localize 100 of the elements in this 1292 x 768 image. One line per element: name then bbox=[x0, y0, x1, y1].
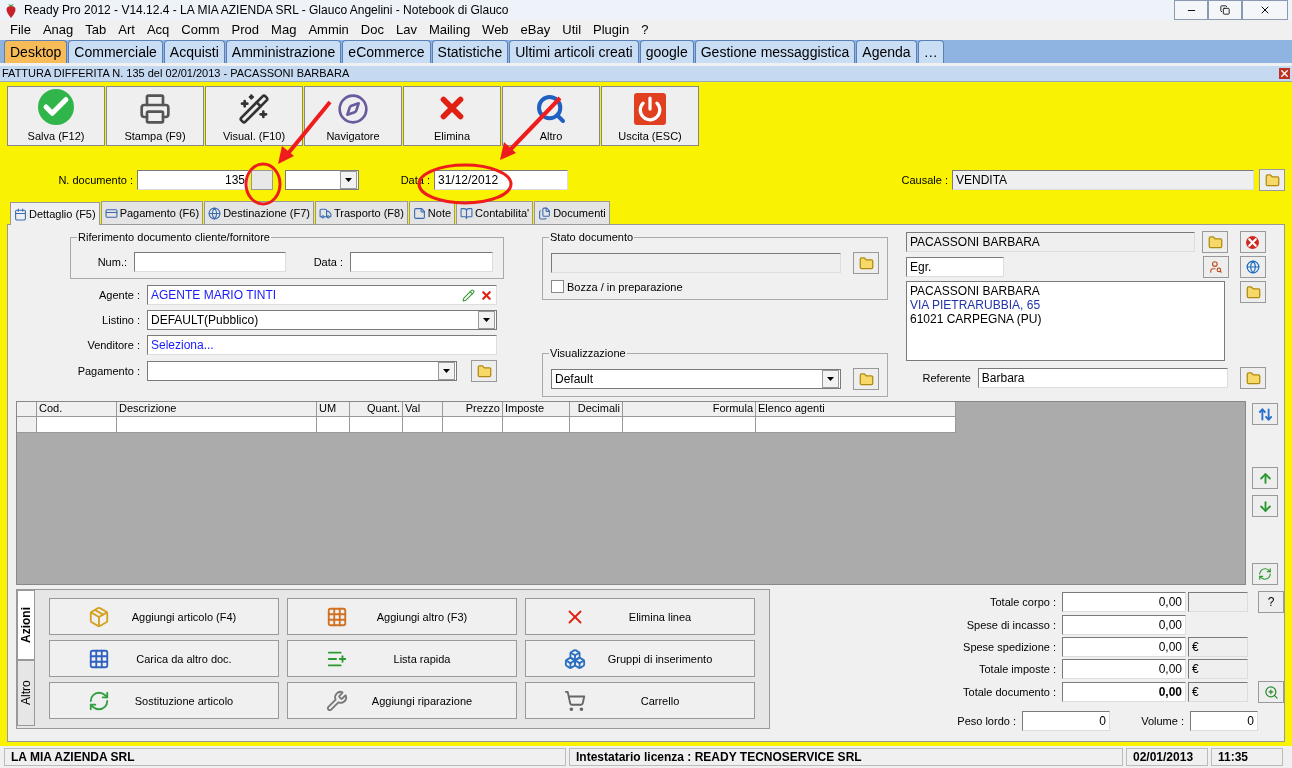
app-tab[interactable]: Acquisti bbox=[163, 39, 225, 63]
menu-item[interactable]: Util bbox=[556, 22, 588, 38]
menu-item[interactable]: Tab bbox=[79, 22, 113, 38]
document-tab[interactable]: Trasporto (F8) bbox=[314, 201, 408, 225]
menu-item[interactable]: Mailing bbox=[422, 22, 477, 38]
folder-button[interactable] bbox=[1240, 281, 1266, 304]
action-button[interactable]: Aggiungi riparazione bbox=[287, 682, 517, 720]
checkbox[interactable] bbox=[551, 280, 564, 294]
select-field[interactable]: Seleziona... bbox=[147, 335, 497, 356]
address-line: 61021 CARPEGNA (PU) bbox=[910, 312, 1043, 327]
small-button[interactable] bbox=[251, 170, 273, 191]
document-tab[interactable]: Pagamento (F6) bbox=[100, 201, 204, 225]
menu-item[interactable]: Art bbox=[112, 22, 141, 38]
minimize-button[interactable] bbox=[1174, 0, 1208, 20]
action-button[interactable]: Aggiungi articolo (F4) bbox=[49, 598, 279, 636]
action-button[interactable]: Lista rapida bbox=[287, 640, 517, 678]
toolbar-button[interactable]: Altro bbox=[502, 86, 600, 147]
menu-item[interactable]: Comm bbox=[175, 22, 226, 38]
sort-button[interactable] bbox=[1252, 403, 1278, 426]
remove-button[interactable] bbox=[1240, 231, 1266, 254]
close-button[interactable] bbox=[1242, 0, 1288, 20]
folder-button[interactable] bbox=[853, 252, 879, 275]
close-icon[interactable] bbox=[1279, 67, 1290, 79]
number-field[interactable]: 135 bbox=[137, 170, 249, 191]
action-button[interactable]: Elimina linea bbox=[525, 598, 755, 636]
side-tab[interactable]: Altro bbox=[17, 660, 35, 727]
app-tab[interactable]: Desktop bbox=[4, 39, 68, 63]
move-up-button[interactable] bbox=[1252, 467, 1278, 490]
app-tab[interactable]: Agenda bbox=[856, 39, 917, 63]
app-tab[interactable]: … bbox=[917, 39, 944, 63]
toolbar-button[interactable]: Salva (F12) bbox=[7, 86, 105, 147]
action-button[interactable]: Carrello bbox=[525, 682, 755, 720]
menu-item[interactable]: Ammin bbox=[302, 22, 355, 38]
dropdown[interactable]: Default bbox=[551, 369, 842, 390]
toolbar-button[interactable]: Uscita (ESC) bbox=[601, 86, 699, 147]
dropdown[interactable] bbox=[147, 361, 457, 382]
menu-item[interactable]: Lav bbox=[389, 22, 423, 38]
column-header: Val bbox=[403, 402, 443, 418]
web-button[interactable] bbox=[1240, 256, 1266, 279]
number-field[interactable] bbox=[134, 252, 286, 273]
menu-item[interactable]: File bbox=[4, 22, 37, 38]
document-tab[interactable]: Contabilita' bbox=[456, 201, 534, 225]
menu-item[interactable]: ? bbox=[635, 22, 655, 38]
app-tab[interactable]: Commerciale bbox=[68, 39, 163, 63]
toolbar-button[interactable]: Visual. (F10) bbox=[205, 86, 303, 147]
action-button[interactable]: Sostituzione articolo bbox=[49, 682, 279, 720]
search-person-button[interactable] bbox=[1202, 256, 1229, 279]
help-button[interactable]: ? bbox=[1258, 591, 1284, 614]
agent-field[interactable]: AGENTE MARIO TINTI bbox=[147, 285, 497, 306]
app-tab[interactable]: google bbox=[639, 39, 694, 63]
move-down-button[interactable] bbox=[1252, 495, 1278, 518]
app-tab[interactable]: Gestione messaggistica bbox=[694, 39, 856, 63]
app-tab[interactable]: Ultimi articoli creati bbox=[509, 39, 639, 63]
causale-field[interactable]: VENDITA bbox=[952, 170, 1254, 191]
document-tab[interactable]: Note bbox=[408, 201, 456, 225]
folder-button[interactable] bbox=[1240, 367, 1266, 390]
zoom-button[interactable] bbox=[1258, 681, 1284, 704]
dropdown[interactable] bbox=[285, 170, 359, 191]
volume-field[interactable]: 0 bbox=[1190, 711, 1258, 732]
dropdown-arrow-button[interactable] bbox=[438, 362, 455, 381]
customer-field[interactable]: PACASSONI BARBARA bbox=[906, 232, 1195, 253]
document-tab[interactable]: Destinazione (F7) bbox=[204, 201, 314, 225]
dropdown-arrow-button[interactable] bbox=[478, 311, 495, 330]
address-box[interactable]: PACASSONI BARBARA VIA PIETRARUBBIA, 65 61021 CARPEGNA (PU) bbox=[906, 281, 1225, 362]
document-tab[interactable]: Documenti bbox=[534, 201, 610, 225]
salutation-field[interactable]: Egr. bbox=[906, 257, 1004, 278]
dropdown[interactable]: DEFAULT(Pubblico) bbox=[147, 310, 497, 331]
menu-item[interactable]: Prod bbox=[225, 22, 266, 38]
menu-item[interactable]: Plugin bbox=[587, 22, 636, 38]
app-tab[interactable]: Statistiche bbox=[431, 39, 509, 63]
weight-field[interactable]: 0 bbox=[1022, 711, 1110, 732]
toolbar-button[interactable]: Elimina bbox=[403, 86, 501, 147]
dropdown-arrow-button[interactable] bbox=[340, 171, 357, 190]
folder-button[interactable] bbox=[1202, 231, 1229, 254]
app-tab[interactable]: eCommerce bbox=[342, 39, 431, 63]
action-button[interactable]: Aggiungi altro (F3) bbox=[287, 598, 517, 636]
menu-item[interactable]: Anag bbox=[36, 22, 80, 38]
action-button[interactable]: Carica da altro doc. bbox=[49, 640, 279, 678]
date-field[interactable]: 31/12/2012 bbox=[434, 170, 568, 191]
folder-button[interactable] bbox=[471, 360, 497, 383]
toolbar-button[interactable]: Stampa (F9) bbox=[106, 86, 204, 147]
menu-item[interactable]: Acq bbox=[140, 22, 176, 38]
refresh-button[interactable] bbox=[1252, 563, 1278, 586]
document-tab[interactable]: Dettaglio (F5) bbox=[10, 202, 100, 226]
menu-item[interactable]: Web bbox=[476, 22, 515, 38]
status-field[interactable] bbox=[551, 253, 842, 274]
menu-item[interactable]: Mag bbox=[265, 22, 303, 38]
app-tab[interactable]: Amministrazione bbox=[225, 39, 342, 63]
side-tab[interactable]: Azioni bbox=[17, 590, 35, 661]
menu-item[interactable]: Doc bbox=[354, 22, 390, 38]
card-icon bbox=[104, 206, 118, 220]
action-button[interactable]: Gruppi di inserimento bbox=[525, 640, 755, 678]
restore-button[interactable] bbox=[1208, 0, 1242, 20]
folder-button[interactable] bbox=[1259, 169, 1285, 192]
date-field[interactable] bbox=[350, 252, 493, 273]
menu-item[interactable]: eBay bbox=[514, 22, 557, 38]
dropdown-arrow-button[interactable] bbox=[822, 370, 840, 389]
toolbar-button[interactable]: Navigatore bbox=[304, 86, 402, 147]
referente-field[interactable]: Barbara bbox=[977, 368, 1229, 389]
folder-button[interactable] bbox=[853, 368, 879, 391]
